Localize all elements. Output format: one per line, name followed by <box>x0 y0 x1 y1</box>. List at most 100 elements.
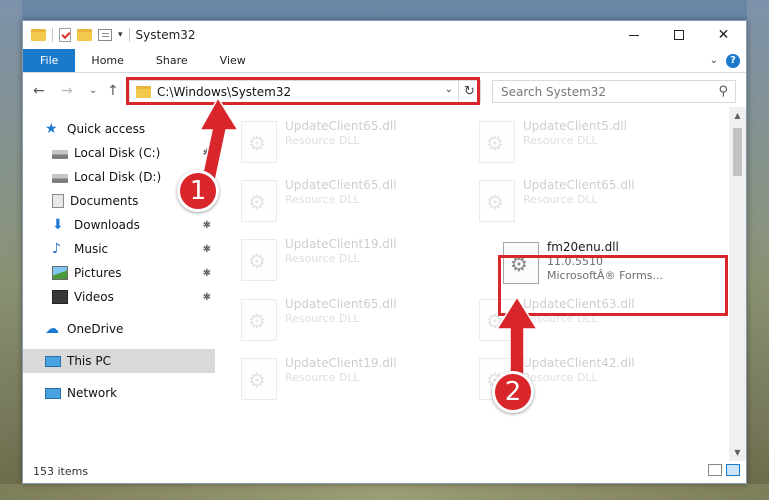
close-icon: ✕ <box>717 27 730 43</box>
file-list: UpdateClient65.dllResource DLL UpdateCli… <box>235 117 729 459</box>
item-count: 153 items <box>33 464 89 478</box>
dll-file-icon <box>479 299 515 341</box>
scroll-up-arrow-icon[interactable]: ▲ <box>729 107 746 124</box>
address-bar[interactable]: C:\Windows\System32 ⌄ ↻ <box>129 80 481 103</box>
navigation-row: ← → ⌄ ↑ C:\Windows\System32 ⌄ ↻ Search S… <box>23 77 746 107</box>
disk-icon <box>52 173 68 183</box>
back-button[interactable]: ← <box>33 83 45 99</box>
customize-toolbar-dropdown[interactable]: ▾ <box>118 30 123 40</box>
expand-ribbon-chevron-icon[interactable]: ⌄ <box>710 55 718 66</box>
documents-icon <box>52 194 64 208</box>
folder-icon[interactable] <box>31 29 46 41</box>
refresh-button[interactable]: ↻ <box>458 81 480 102</box>
toolbar-separator <box>128 28 130 42</box>
file-name: UpdateClient65.dll <box>523 178 635 192</box>
file-version: 11.0.5510 <box>547 255 603 268</box>
file-description: Resource DLL <box>285 312 360 325</box>
videos-icon <box>52 290 68 304</box>
file-description: Resource DLL <box>285 134 360 147</box>
window-title: System32 <box>135 28 196 42</box>
dll-file-icon <box>479 180 515 222</box>
file-tile-fm20enu[interactable]: fm20enu.dll 11.0.5510 MicrosoftÂ® Forms.… <box>497 238 722 290</box>
title-bar: ▾ System32 ✕ <box>23 21 746 49</box>
dll-file-icon <box>241 180 277 222</box>
window-controls: ✕ <box>611 21 746 49</box>
file-tile[interactable]: UpdateClient5.dllResource DLL <box>473 117 698 169</box>
search-icon[interactable]: ⚲ <box>718 84 728 99</box>
step-1-badge: 1 <box>177 170 219 212</box>
file-tile[interactable]: UpdateClient65.dllResource DLL <box>235 295 460 347</box>
file-name: UpdateClient65.dll <box>285 178 397 192</box>
maximize-button[interactable] <box>656 21 701 49</box>
tab-file[interactable]: File <box>23 49 76 72</box>
file-name: UpdateClient65.dll <box>285 297 397 311</box>
address-dropdown-icon[interactable]: ⌄ <box>445 84 453 95</box>
view-switcher <box>708 464 740 476</box>
step-2-badge: 2 <box>492 371 534 413</box>
file-tile[interactable]: UpdateClient19.dllResource DLL <box>235 354 460 406</box>
recent-locations-dropdown[interactable]: ⌄ <box>89 85 97 96</box>
file-explorer-window: ▾ System32 ✕ File Home Share View ⌄ ? ← … <box>22 20 747 484</box>
properties-check-icon[interactable] <box>59 28 71 42</box>
tab-home[interactable]: Home <box>75 49 139 72</box>
toolbar-separator <box>52 28 53 42</box>
status-bar: 153 items <box>23 459 746 483</box>
ribbon-right: ⌄ ? <box>710 49 746 72</box>
pin-icon[interactable]: ✱ <box>203 292 211 303</box>
sidebar-item-videos[interactable]: Videos ✱ <box>23 285 215 309</box>
search-box[interactable]: Search System32 ⚲ <box>492 80 736 103</box>
rename-icon[interactable] <box>98 29 112 41</box>
sidebar-item-pictures[interactable]: Pictures ✱ <box>23 261 215 285</box>
address-path[interactable]: C:\Windows\System32 <box>157 85 291 99</box>
pin-icon[interactable]: ✱ <box>203 220 211 231</box>
file-description: Resource DLL <box>285 252 360 265</box>
pin-icon[interactable]: ✱ <box>203 244 211 255</box>
vertical-scrollbar[interactable]: ▲ ▼ <box>729 107 746 461</box>
sidebar-item-label: OneDrive <box>67 322 124 336</box>
new-folder-icon[interactable] <box>77 29 92 41</box>
file-name: UpdateClient65.dll <box>285 119 397 133</box>
folder-icon <box>136 85 151 98</box>
file-tile[interactable]: UpdateClient65.dllResource DLL <box>473 176 698 228</box>
file-description: Resource DLL <box>285 193 360 206</box>
tab-view[interactable]: View <box>204 49 262 72</box>
scrollbar-thumb[interactable] <box>733 128 742 176</box>
music-icon: ♪ <box>52 241 61 257</box>
sidebar-item-label: Downloads <box>74 218 140 232</box>
file-tile[interactable]: UpdateClient63.dllResource DLL <box>473 295 698 347</box>
sidebar-item-onedrive[interactable]: ☁ OneDrive <box>23 317 215 341</box>
sidebar-item-label: Pictures <box>74 266 122 280</box>
sidebar-item-label: Documents <box>70 194 139 208</box>
minimize-button[interactable] <box>611 21 656 49</box>
sidebar-item-label: Local Disk (D:) <box>74 170 162 184</box>
pin-icon[interactable]: ✱ <box>203 268 211 279</box>
sidebar-item-local-disk-c[interactable]: Local Disk (C:) ✱ <box>23 141 215 165</box>
forward-button[interactable]: → <box>61 83 73 99</box>
sidebar-item-label: Music <box>74 242 109 256</box>
tab-share[interactable]: Share <box>140 49 204 72</box>
file-name: UpdateClient5.dll <box>523 119 627 133</box>
file-name: UpdateClient42.dll <box>523 356 635 370</box>
file-tile[interactable]: UpdateClient19.dllResource DLL <box>235 235 460 287</box>
sidebar-item-music[interactable]: ♪ Music ✱ <box>23 237 215 261</box>
ribbon-tabs: File Home Share View ⌄ ? <box>23 49 746 73</box>
desktop-background-bottom <box>0 484 769 500</box>
quick-access-toolbar: ▾ <box>23 21 130 49</box>
up-button[interactable]: ↑ <box>107 83 119 99</box>
desktop-background-right <box>747 0 769 500</box>
dll-file-icon <box>241 358 277 400</box>
pin-icon[interactable]: ✱ <box>203 148 211 159</box>
details-view-icon[interactable] <box>708 464 722 476</box>
sidebar-item-this-pc[interactable]: This PC <box>23 349 215 373</box>
tiles-view-icon[interactable] <box>726 464 740 476</box>
sidebar-item-quick-access[interactable]: ★ Quick access <box>23 117 215 141</box>
help-icon[interactable]: ? <box>726 53 740 68</box>
sidebar-item-downloads[interactable]: ⬇ Downloads ✱ <box>23 213 215 237</box>
search-input[interactable]: Search System32 <box>501 85 606 99</box>
file-tile[interactable]: UpdateClient65.dllResource DLL <box>235 117 460 169</box>
dll-file-icon <box>479 121 515 163</box>
sidebar-item-network[interactable]: Network <box>23 381 215 405</box>
this-pc-icon <box>45 355 61 367</box>
close-button[interactable]: ✕ <box>701 21 746 49</box>
file-tile[interactable]: UpdateClient65.dllResource DLL <box>235 176 460 228</box>
